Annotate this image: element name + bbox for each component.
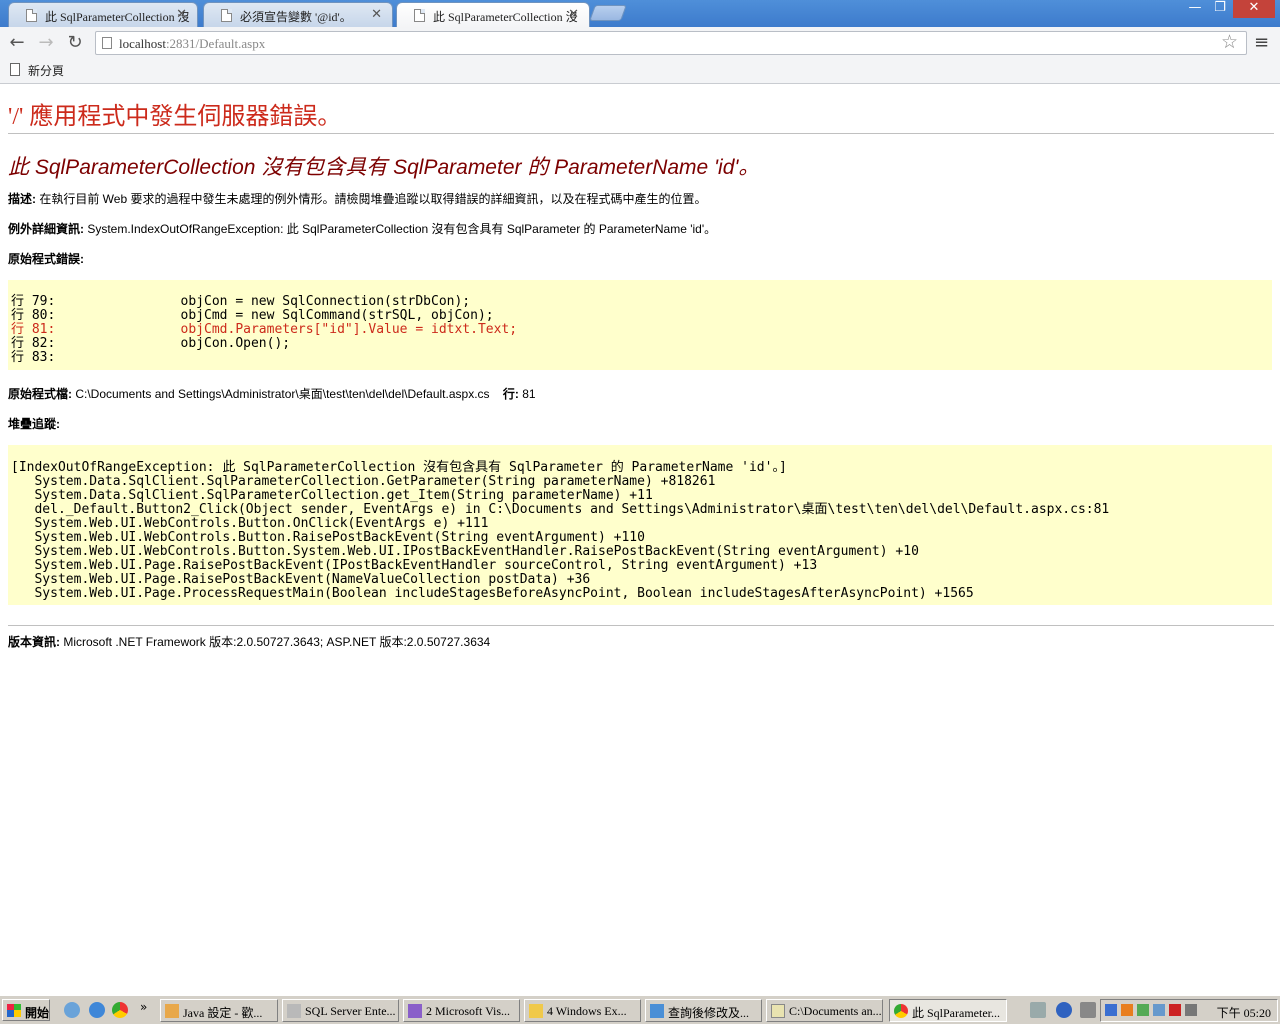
source-line: 行 82: objCon.Open(); bbox=[11, 336, 291, 351]
tab-2[interactable]: 必須宣告變數 '@id'。 ✕ bbox=[203, 2, 393, 27]
close-tab-icon[interactable]: ✕ bbox=[568, 7, 579, 22]
source-line: 行 83: bbox=[11, 350, 56, 365]
stack-trace-line: System.Web.UI.Page.RaisePostBackEvent(IP… bbox=[11, 558, 818, 573]
close-window-button[interactable]: ✕ bbox=[1233, 0, 1275, 18]
page-icon bbox=[221, 9, 232, 22]
bookmarks-bar: 新分頁 bbox=[0, 59, 1280, 84]
stack-trace-line: System.Web.UI.WebControls.Button.System.… bbox=[11, 544, 919, 559]
page-icon bbox=[102, 37, 112, 49]
tab-3-active[interactable]: 此 SqlParameterCollection 沒 ✕ bbox=[396, 2, 590, 28]
java-icon bbox=[165, 1004, 179, 1018]
task-query-edit[interactable]: 查詢後修改及... bbox=[645, 999, 762, 1022]
tab-title: 必須宣告變數 '@id'。 bbox=[240, 10, 352, 24]
bookmark-new-tab[interactable]: 新分頁 bbox=[8, 62, 64, 79]
chrome-icon bbox=[894, 1004, 908, 1018]
tab-strip: 此 SqlParameterCollection 沒 ✕ 必須宣告變數 '@id… bbox=[0, 0, 1280, 28]
tab-title: 此 SqlParameterCollection 沒 bbox=[45, 10, 190, 24]
back-button[interactable]: ← bbox=[6, 32, 28, 54]
folder-icon bbox=[529, 1004, 543, 1018]
quick-launch-more-icon[interactable]: » bbox=[140, 1000, 147, 1014]
task-visual-studio[interactable]: 2 Microsoft Vis... bbox=[403, 999, 520, 1022]
bookmark-star-icon[interactable]: ☆ bbox=[1221, 31, 1238, 53]
task-java-settings[interactable]: Java 設定 - 歡... bbox=[160, 999, 278, 1022]
stack-trace-label: 堆疊追蹤: bbox=[8, 417, 60, 431]
tab-1[interactable]: 此 SqlParameterCollection 沒 ✕ bbox=[8, 2, 198, 27]
stack-trace-line: System.Data.SqlClient.SqlParameterCollec… bbox=[11, 488, 653, 503]
task-chrome-active[interactable]: 此 SqlParameter... bbox=[889, 999, 1007, 1022]
new-tab-button[interactable] bbox=[589, 5, 627, 21]
source-line-error: 行 81: objCmd.Parameters["id"].Value = id… bbox=[11, 322, 518, 337]
task-notepad[interactable]: C:\Documents an... bbox=[766, 999, 883, 1022]
input-method-icon[interactable] bbox=[1080, 1002, 1096, 1018]
network-icon[interactable] bbox=[1153, 1004, 1165, 1016]
description: 描述: 在執行目前 Web 要求的過程中發生未處理的例外情形。請檢閱堆疊追蹤以取… bbox=[8, 192, 707, 206]
task-sql-server[interactable]: SQL Server Ente... bbox=[282, 999, 399, 1022]
chrome-icon[interactable] bbox=[112, 1002, 128, 1018]
stack-trace-line: System.Data.SqlClient.SqlParameterCollec… bbox=[11, 474, 716, 489]
tray-app-icon[interactable] bbox=[1121, 1004, 1133, 1016]
show-desktop-icon[interactable] bbox=[64, 1002, 80, 1018]
volume-icon[interactable] bbox=[1185, 1004, 1197, 1016]
stack-trace-line: System.Web.UI.WebControls.Button.RaisePo… bbox=[11, 530, 645, 545]
help-icon[interactable] bbox=[1056, 1002, 1072, 1018]
task-windows-explorer[interactable]: 4 Windows Ex... bbox=[524, 999, 641, 1022]
tab-title: 此 SqlParameterCollection 沒 bbox=[433, 10, 578, 24]
error-message: 此 SqlParameterCollection 沒有包含具有 SqlParam… bbox=[8, 156, 760, 179]
source-line: 行 80: objCmd = new SqlCommand(strSQL, ob… bbox=[11, 308, 494, 323]
close-tab-icon[interactable]: ✕ bbox=[176, 7, 187, 22]
exception-details: 例外詳細資訊: System.IndexOutOfRangeException:… bbox=[8, 222, 717, 236]
tray-app-icon[interactable] bbox=[1137, 1004, 1149, 1016]
version-info: 版本資訊: Microsoft .NET Framework 版本:2.0.50… bbox=[8, 635, 491, 649]
clock: 下午 05:20 bbox=[1216, 1006, 1271, 1020]
stack-trace-box: [IndexOutOfRangeException: 此 SqlParamete… bbox=[8, 445, 1272, 605]
stack-trace-line: del._Default.Button2_Click(Object sender… bbox=[11, 502, 1110, 517]
sql-server-icon bbox=[287, 1004, 301, 1018]
forward-button[interactable]: → bbox=[35, 32, 57, 54]
url-text: localhost:2831/Default.aspx bbox=[119, 36, 266, 51]
address-bar[interactable]: localhost:2831/Default.aspx bbox=[95, 31, 1247, 55]
source-line: 行 79: objCon = new SqlConnection(strDbCo… bbox=[11, 294, 471, 309]
keyboard-icon[interactable] bbox=[1030, 1002, 1046, 1018]
stack-trace-line: [IndexOutOfRangeException: 此 SqlParamete… bbox=[11, 460, 787, 475]
start-button[interactable]: 開始 bbox=[2, 999, 50, 1021]
error-title: '/' 應用程式中發生伺服器錯誤。 bbox=[8, 104, 342, 130]
visual-studio-icon bbox=[408, 1004, 422, 1018]
page-icon bbox=[414, 9, 425, 22]
source-error-label: 原始程式錯誤: bbox=[8, 252, 84, 266]
divider bbox=[8, 133, 1274, 134]
window-icon bbox=[650, 1004, 664, 1018]
maximize-button[interactable]: ❐ bbox=[1208, 0, 1232, 18]
source-code-box: 行 79: objCon = new SqlConnection(strDbCo… bbox=[8, 280, 1272, 370]
source-file: 原始程式檔: C:\Documents and Settings\Adminis… bbox=[8, 387, 536, 401]
menu-icon[interactable]: ≡ bbox=[1254, 32, 1269, 53]
page-icon bbox=[26, 9, 37, 22]
reload-button[interactable]: ↻ bbox=[64, 32, 86, 54]
tray-app-icon[interactable] bbox=[1105, 1004, 1117, 1016]
stack-trace-line: System.Web.UI.WebControls.Button.OnClick… bbox=[11, 516, 489, 531]
stack-trace-line: System.Web.UI.Page.RaisePostBackEvent(Na… bbox=[11, 572, 591, 587]
minimize-button[interactable]: — bbox=[1183, 0, 1207, 18]
windows-logo-icon bbox=[7, 1004, 21, 1017]
close-tab-icon[interactable]: ✕ bbox=[371, 7, 382, 22]
divider bbox=[8, 625, 1274, 626]
ie-icon[interactable] bbox=[89, 1002, 105, 1018]
system-tray: 下午 05:20 bbox=[1100, 999, 1278, 1022]
stack-trace-line: System.Web.UI.Page.ProcessRequestMain(Bo… bbox=[11, 586, 974, 601]
page-icon bbox=[10, 63, 20, 76]
tray-alert-icon[interactable] bbox=[1169, 1004, 1181, 1016]
notepad-icon bbox=[771, 1004, 785, 1018]
page-content: '/' 應用程式中發生伺服器錯誤。 此 SqlParameterCollecti… bbox=[0, 85, 1280, 995]
taskbar: 開始 » Java 設定 - 歡... SQL Server Ente... 2… bbox=[0, 995, 1280, 1024]
